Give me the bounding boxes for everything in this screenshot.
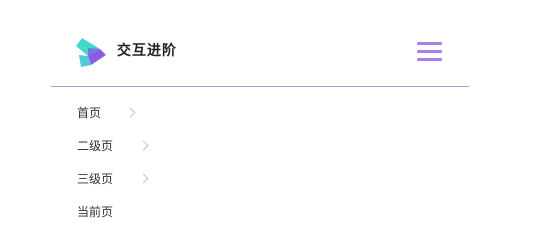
page: 交互进阶 首页 二级页 三级页 当前页 [0,0,540,248]
breadcrumb-label: 二级页 [77,139,114,153]
breadcrumb-label: 当前页 [77,205,114,219]
hamburger-menu-icon[interactable] [417,40,443,64]
breadcrumb-item-level3[interactable]: 三级页 [77,169,149,189]
chevron-right-icon [138,173,149,184]
menu-line [417,50,442,53]
breadcrumb-item-level2[interactable]: 二级页 [77,136,149,156]
menu-line [417,58,442,61]
menu-line [417,42,442,45]
breadcrumb-item-current: 当前页 [77,202,113,222]
breadcrumb-item-home[interactable]: 首页 [77,103,136,123]
chevron-right-icon [138,140,149,151]
brand-title: 交互进阶 [117,43,177,59]
breadcrumb-label: 首页 [77,106,102,120]
chevron-right-icon [125,107,136,118]
breadcrumb-label: 三级页 [77,172,114,186]
brand-logo-icon[interactable] [76,37,106,67]
site-header: 交互进阶 [51,0,469,87]
